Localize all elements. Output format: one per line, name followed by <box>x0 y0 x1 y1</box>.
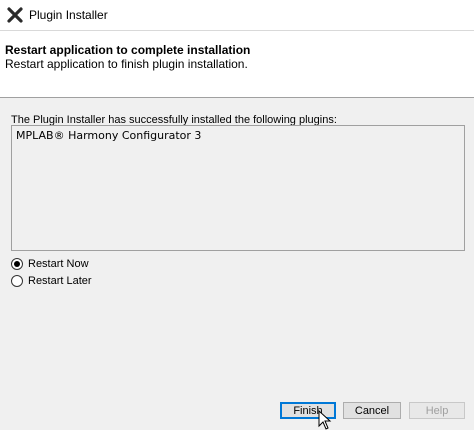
app-x-icon <box>7 7 23 23</box>
mouse-cursor-icon <box>318 410 332 430</box>
header-subtitle: Restart application to finish plugin ins… <box>5 57 248 71</box>
help-button: Help <box>409 402 465 419</box>
restart-later-radio[interactable] <box>11 275 23 287</box>
header-panel: Restart application to complete installa… <box>0 30 474 98</box>
restart-now-option[interactable]: Restart Now <box>11 256 89 272</box>
header-title: Restart application to complete installa… <box>5 43 251 57</box>
installed-plugins-list[interactable]: MPLAB® Harmony Configurator 3 <box>11 125 465 251</box>
list-item[interactable]: MPLAB® Harmony Configurator 3 <box>16 129 201 142</box>
restart-now-label: Restart Now <box>28 258 89 270</box>
title-bar: Plugin Installer <box>0 0 474 30</box>
restart-later-label: Restart Later <box>28 275 92 287</box>
cancel-button[interactable]: Cancel <box>343 402 401 419</box>
restart-later-option[interactable]: Restart Later <box>11 273 92 289</box>
restart-now-radio[interactable] <box>11 258 23 270</box>
window-title: Plugin Installer <box>29 8 108 22</box>
